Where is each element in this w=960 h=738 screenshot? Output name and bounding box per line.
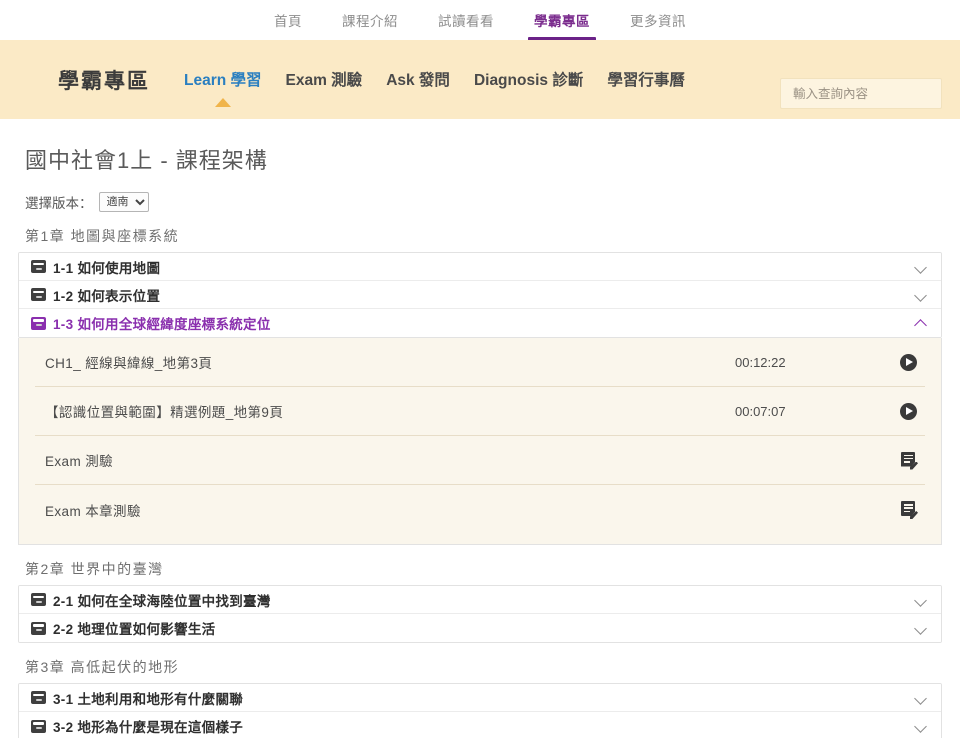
chevron-down-icon[interactable] — [914, 288, 928, 302]
chevron-down-icon[interactable] — [914, 719, 928, 733]
lesson-label: 2-2 地理位置如何影響生活 — [53, 618, 914, 638]
lesson-content-panel: CH1_ 經線與緯線_地第3頁 00:12:22 【認識位置與範圍】精選例題_地… — [18, 338, 942, 545]
exam-button[interactable] — [883, 452, 917, 469]
play-icon — [900, 354, 917, 371]
version-label: 選擇版本： — [25, 192, 93, 212]
version-select[interactable]: 適南 — [99, 192, 149, 212]
content-row-exam-2[interactable]: Exam 本章測驗 — [35, 485, 925, 534]
play-button[interactable] — [883, 403, 917, 420]
topnav-item-more-info[interactable]: 更多資訊 — [630, 10, 686, 41]
content-title: Exam 本章測驗 — [45, 500, 723, 520]
content-duration: 00:07:07 — [723, 404, 883, 419]
content-title: Exam 測驗 — [45, 450, 723, 470]
search-input[interactable] — [791, 86, 931, 102]
lesson-row-1-2[interactable]: 1-2 如何表示位置 — [19, 281, 941, 309]
topnav-item-home[interactable]: 首頁 — [274, 10, 302, 41]
content-duration: 00:12:22 — [723, 355, 883, 370]
chevron-down-icon[interactable] — [914, 260, 928, 274]
lesson-label: 3-2 地形為什麼是現在這個樣子 — [53, 716, 914, 736]
lesson-list: 3-1 土地利用和地形有什麼關聯 3-2 地形為什麼是現在這個樣子 — [18, 683, 942, 738]
search-box[interactable] — [780, 78, 942, 109]
main-content: 國中社會1上 - 課程架構 選擇版本： 適南 第1章 地圖與座標系統 1-1 如… — [0, 143, 960, 738]
content-title: CH1_ 經線與緯線_地第3頁 — [45, 352, 723, 372]
play-icon — [900, 403, 917, 420]
banner-brand-title: 學霸專區 — [58, 65, 150, 95]
chevron-down-icon[interactable] — [914, 621, 928, 635]
site-top-navigation: 首頁 課程介紹 試讀看看 學霸專區 更多資訊 — [0, 0, 960, 40]
topnav-item-trial[interactable]: 試讀看看 — [438, 10, 494, 41]
chapter-title: 第2章 世界中的臺灣 — [25, 559, 942, 579]
lesson-label: 1-3 如何用全球經緯度座標系統定位 — [53, 313, 914, 333]
lesson-row-3-1[interactable]: 3-1 土地利用和地形有什麼關聯 — [19, 684, 941, 712]
lesson-row-2-2[interactable]: 2-2 地理位置如何影響生活 — [19, 614, 941, 642]
lesson-label: 1-1 如何使用地圖 — [53, 257, 914, 277]
study-zone-banner: 學霸專區 Learn 學習 Exam 測驗 Ask 發問 Diagnosis 診… — [0, 40, 960, 119]
banner-tab-list: Learn 學習 Exam 測驗 Ask 發問 Diagnosis 診斷 學習行… — [184, 68, 685, 92]
topnav-item-course-intro[interactable]: 課程介紹 — [342, 10, 398, 41]
tab-exam[interactable]: Exam 測驗 — [286, 68, 363, 92]
content-row-exam-1[interactable]: Exam 測驗 — [35, 436, 925, 485]
lesson-row-1-3[interactable]: 1-3 如何用全球經緯度座標系統定位 — [19, 309, 941, 337]
tab-calendar[interactable]: 學習行事曆 — [607, 68, 685, 92]
content-row-video-1[interactable]: CH1_ 經線與緯線_地第3頁 00:12:22 — [35, 338, 925, 387]
archive-icon — [31, 691, 46, 704]
chapter-block-1: 第1章 地圖與座標系統 1-1 如何使用地圖 1-2 如何表示位置 1-3 如何… — [18, 226, 942, 545]
tab-ask[interactable]: Ask 發問 — [386, 68, 450, 92]
lesson-list: 2-1 如何在全球海陸位置中找到臺灣 2-2 地理位置如何影響生活 — [18, 585, 942, 643]
chapter-block-3: 第3章 高低起伏的地形 3-1 土地利用和地形有什麼關聯 3-2 地形為什麼是現… — [18, 657, 942, 738]
chapter-title: 第3章 高低起伏的地形 — [25, 657, 942, 677]
chevron-down-icon[interactable] — [914, 691, 928, 705]
lesson-label: 1-2 如何表示位置 — [53, 285, 914, 305]
page-title: 國中社會1上 - 課程架構 — [25, 143, 942, 175]
exam-button[interactable] — [883, 501, 917, 518]
lesson-label: 3-1 土地利用和地形有什麼關聯 — [53, 688, 914, 708]
lesson-row-1-1[interactable]: 1-1 如何使用地圖 — [19, 253, 941, 281]
lesson-row-3-2[interactable]: 3-2 地形為什麼是現在這個樣子 — [19, 712, 941, 738]
play-button[interactable] — [883, 354, 917, 371]
archive-icon — [31, 622, 46, 635]
lesson-list: 1-1 如何使用地圖 1-2 如何表示位置 1-3 如何用全球經緯度座標系統定位 — [18, 252, 942, 338]
topnav-item-study-zone[interactable]: 學霸專區 — [534, 10, 590, 41]
version-selector-row: 選擇版本： 適南 — [25, 192, 942, 212]
tab-learn[interactable]: Learn 學習 — [184, 68, 262, 92]
chevron-down-icon[interactable] — [914, 593, 928, 607]
lesson-row-2-1[interactable]: 2-1 如何在全球海陸位置中找到臺灣 — [19, 586, 941, 614]
exam-note-icon — [901, 452, 917, 469]
archive-icon — [31, 260, 46, 273]
lesson-label: 2-1 如何在全球海陸位置中找到臺灣 — [53, 590, 914, 610]
chapter-title: 第1章 地圖與座標系統 — [25, 226, 942, 246]
content-row-video-2[interactable]: 【認識位置與範圍】精選例題_地第9頁 00:07:07 — [35, 387, 925, 436]
archive-icon — [31, 288, 46, 301]
archive-icon — [31, 593, 46, 606]
chevron-up-icon[interactable] — [914, 316, 928, 330]
tab-diagnosis[interactable]: Diagnosis 診斷 — [474, 68, 583, 92]
exam-note-icon — [901, 501, 917, 518]
archive-icon — [31, 720, 46, 733]
content-title: 【認識位置與範圍】精選例題_地第9頁 — [45, 401, 723, 421]
chapter-block-2: 第2章 世界中的臺灣 2-1 如何在全球海陸位置中找到臺灣 2-2 地理位置如何… — [18, 559, 942, 643]
archive-icon — [31, 317, 46, 330]
